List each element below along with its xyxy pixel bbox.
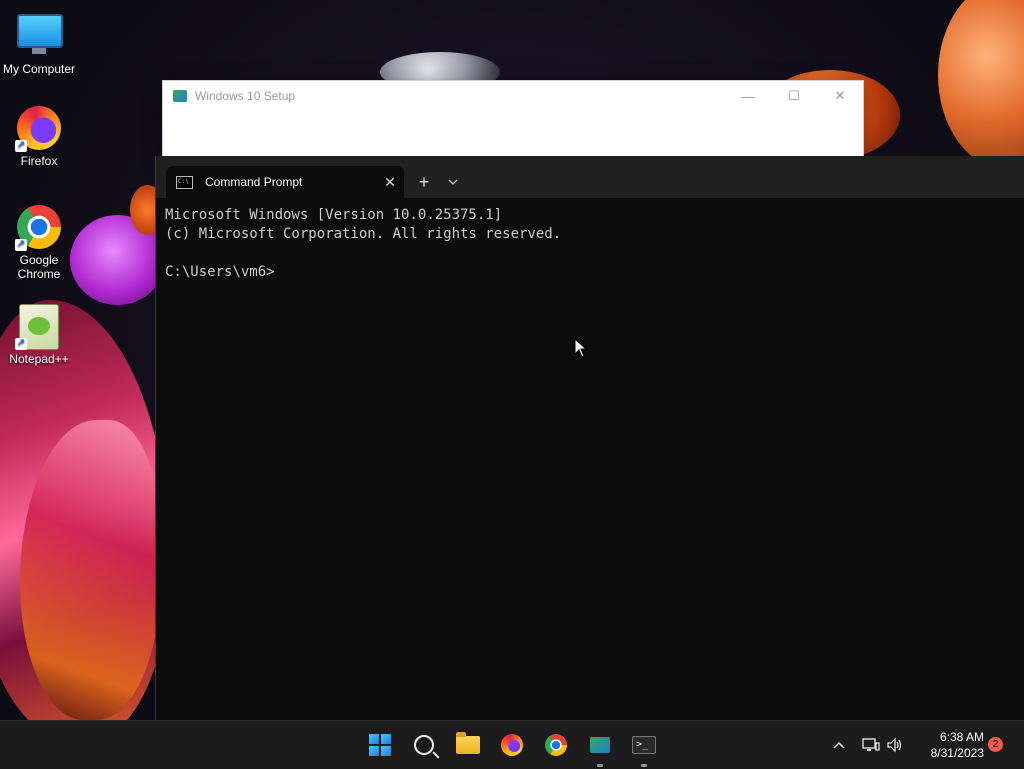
chrome-taskbar-button[interactable] [542,731,570,759]
search-button[interactable] [410,731,438,759]
firefox-icon: ↗ [15,106,61,152]
notification-badge[interactable]: 2 [988,737,1003,752]
mouse-cursor-icon [574,338,588,358]
console-prompt: C:\Users\vm6> [165,264,275,280]
start-button[interactable] [366,731,394,759]
clock-date: 8/31/2023 [930,746,984,760]
windows-10-setup-window[interactable]: Windows 10 Setup — ☐ ✕ [162,80,864,160]
tab-dropdown-button[interactable] [440,166,466,198]
console-line: Microsoft Windows [Version 10.0.25375.1] [165,207,503,223]
chrome-icon [545,734,567,756]
taskbar: >_ 6:38 AM 8/31/2023 2 [0,720,1024,769]
notepadpp-icon: ↗ [15,304,61,350]
system-tray [832,721,904,769]
minimize-button[interactable]: — [725,81,771,111]
shortcut-arrow-icon: ↗ [15,140,27,152]
desktop-icon-my-computer[interactable]: My Computer [0,10,78,76]
windows-setup-taskbar-button[interactable] [586,731,614,767]
network-icon[interactable] [862,737,880,753]
desktop-icon-label: Notepad++ [9,352,69,366]
terminal-window[interactable]: C:\ Command Prompt ✕ + Microsoft Windows… [155,156,1024,720]
desktop-icon-firefox[interactable]: ↗ Firefox [0,106,78,168]
maximize-button[interactable]: ☐ [771,81,817,111]
setup-icon [590,737,610,753]
firefox-taskbar-button[interactable] [498,731,526,759]
desktop-icon-label: My Computer [2,62,76,76]
tab-command-prompt[interactable]: C:\ Command Prompt ✕ [166,166,404,198]
console-output[interactable]: Microsoft Windows [Version 10.0.25375.1]… [156,198,1024,290]
folder-icon [456,732,480,754]
search-icon [414,735,434,755]
windows-logo-icon [369,734,391,756]
tab-title: Command Prompt [205,175,303,189]
desktop-icon-notepadpp[interactable]: ↗ Notepad++ [0,304,78,366]
setup-app-icon [173,90,187,102]
terminal-tabbar[interactable]: C:\ Command Prompt ✕ + [156,156,1024,198]
firefox-icon [501,734,523,756]
console-line: (c) Microsoft Corporation. All rights re… [165,226,562,242]
chrome-icon: ↗ [15,205,61,251]
setup-titlebar[interactable]: Windows 10 Setup — ☐ ✕ [163,81,863,111]
terminal-icon: >_ [632,736,656,754]
terminal-taskbar-button[interactable]: >_ [630,731,658,767]
shortcut-arrow-icon: ↗ [15,338,27,350]
clock-time: 6:38 AM [939,730,984,744]
chevron-down-icon [448,179,458,185]
running-indicator [597,764,603,767]
shortcut-arrow-icon: ↗ [15,239,27,251]
file-explorer-button[interactable] [454,731,482,759]
running-indicator [641,764,647,767]
close-button[interactable]: ✕ [817,81,863,111]
chevron-up-icon[interactable] [832,740,846,750]
desktop-icon-google-chrome[interactable]: ↗ Google Chrome [0,205,78,281]
taskbar-clock[interactable]: 6:38 AM 8/31/2023 [914,729,984,761]
volume-icon[interactable] [886,737,904,753]
tab-close-button[interactable]: ✕ [376,174,404,191]
desktop-icon-label: Google Chrome [17,253,61,281]
desktop-icon-label: Firefox [20,154,58,168]
new-tab-button[interactable]: + [408,166,440,198]
setup-window-title: Windows 10 Setup [195,89,296,103]
computer-icon [17,14,63,58]
wallpaper-shape [938,0,1024,170]
cmd-icon: C:\ [176,175,193,189]
